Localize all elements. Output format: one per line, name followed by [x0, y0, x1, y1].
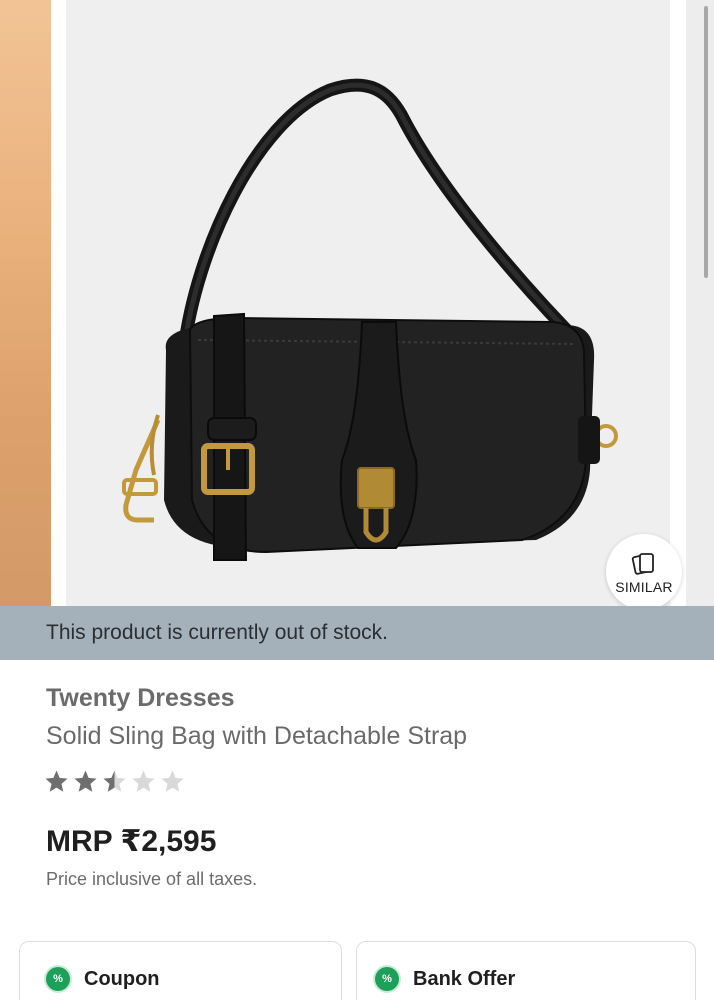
- star-icon: [45, 770, 68, 792]
- sling-bag-image: [122, 78, 618, 561]
- bank-offer-label: Bank Offer: [413, 968, 516, 990]
- percent-badge-icon: %: [46, 967, 70, 991]
- bank-offer-card[interactable]: % Bank Offer: [356, 941, 696, 1000]
- scrollbar-thumb[interactable]: [704, 6, 708, 278]
- previous-product-image[interactable]: [0, 0, 51, 606]
- product-image-carousel[interactable]: SIMILAR: [0, 0, 714, 606]
- coupon-offer-card[interactable]: % Coupon: [19, 941, 342, 1000]
- page-scrollbar[interactable]: [702, 0, 710, 280]
- coupon-label: Coupon: [84, 968, 160, 990]
- product-image[interactable]: [66, 0, 670, 606]
- brand-name[interactable]: Twenty Dresses: [46, 684, 235, 713]
- star-rating[interactable]: [44, 769, 185, 794]
- similar-products-button[interactable]: SIMILAR: [606, 534, 682, 606]
- star-icon: [132, 770, 155, 792]
- similar-label: SIMILAR: [615, 579, 673, 595]
- percent-badge-icon: %: [375, 967, 399, 991]
- stacked-cards-icon: [631, 553, 654, 575]
- star-icon: [161, 770, 184, 792]
- product-price: MRP ₹2,595: [46, 825, 217, 858]
- star-icon: [103, 770, 126, 792]
- out-of-stock-message: This product is currently out of stock.: [46, 621, 388, 644]
- tax-note: Price inclusive of all taxes.: [46, 869, 258, 889]
- star-icon: [74, 770, 97, 792]
- product-title: Solid Sling Bag with Detachable Strap: [46, 722, 468, 750]
- out-of-stock-banner: This product is currently out of stock.: [0, 606, 714, 660]
